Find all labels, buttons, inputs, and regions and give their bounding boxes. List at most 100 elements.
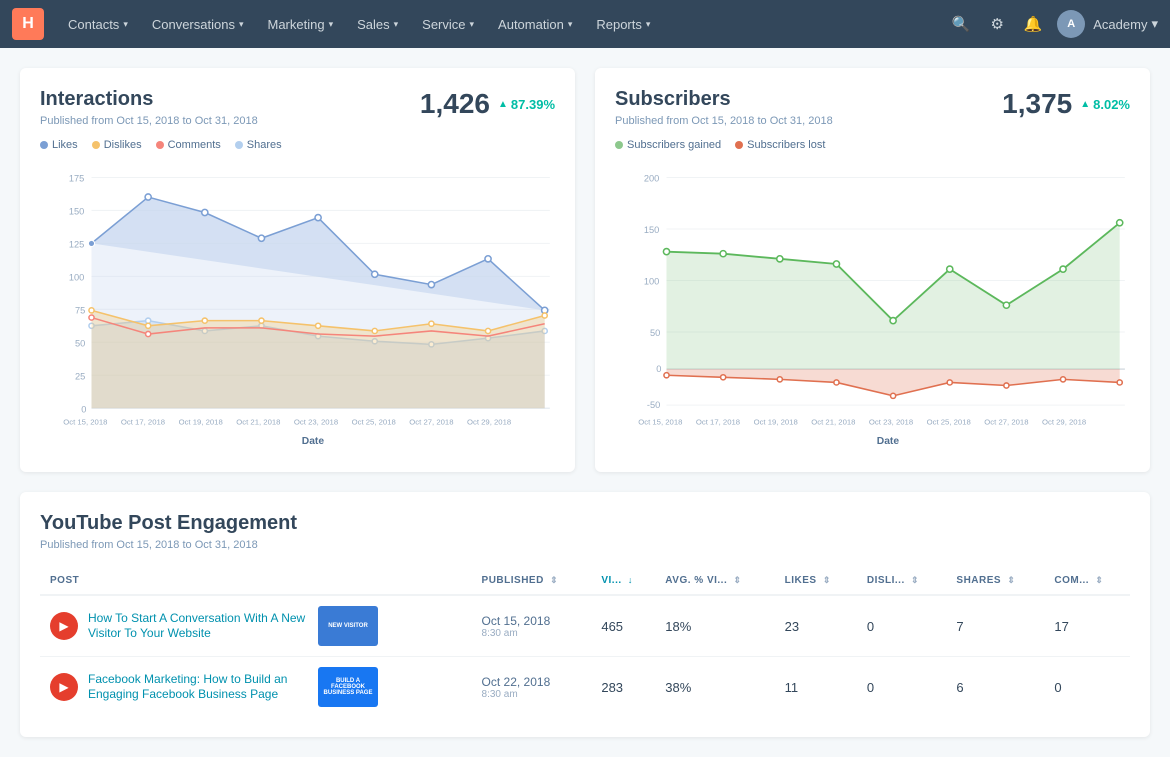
published-time: 8:30 am bbox=[482, 628, 582, 639]
engagement-subtitle: Published from Oct 15, 2018 to Oct 31, 2… bbox=[40, 539, 1130, 551]
post-thumbnail: BUILD A FACEBOOK BUSINESS PAGE bbox=[318, 667, 378, 707]
svg-text:100: 100 bbox=[69, 272, 84, 282]
chevron-down-icon: ▾ bbox=[394, 19, 399, 30]
svg-text:150: 150 bbox=[69, 207, 84, 217]
hubspot-logo[interactable]: H bbox=[12, 8, 44, 40]
sort-icon: ⇕ bbox=[1095, 575, 1103, 585]
col-post: POST bbox=[40, 567, 472, 595]
table-header-row: POST PUBLISHED ⇕ VI... ↓ AVG. % VI... ⇕ bbox=[40, 567, 1130, 595]
col-comments[interactable]: COM... ⇕ bbox=[1044, 567, 1130, 595]
col-avg-views[interactable]: AVG. % VI... ⇕ bbox=[655, 567, 774, 595]
settings-button[interactable]: ⚙ bbox=[981, 8, 1013, 40]
svg-text:Oct 21, 2018: Oct 21, 2018 bbox=[811, 418, 855, 427]
svg-text:Oct 17, 2018: Oct 17, 2018 bbox=[696, 418, 740, 427]
nav-icons: 🔍 ⚙ 🔔 A Academy ▾ bbox=[945, 8, 1158, 40]
chevron-down-icon: ▾ bbox=[1151, 16, 1158, 32]
col-published[interactable]: PUBLISHED ⇕ bbox=[472, 567, 592, 595]
subscribers-card: Subscribers Published from Oct 15, 2018 … bbox=[595, 68, 1150, 472]
svg-text:50: 50 bbox=[650, 328, 660, 338]
nav-sales[interactable]: Sales ▾ bbox=[345, 0, 410, 48]
youtube-icon: ▶ bbox=[50, 673, 78, 701]
legend-dot-shares bbox=[235, 141, 243, 149]
svg-text:Oct 21, 2018: Oct 21, 2018 bbox=[236, 418, 280, 427]
chevron-down-icon: ▾ bbox=[123, 19, 128, 30]
post-cell: ▶ Facebook Marketing: How to Build an En… bbox=[40, 657, 472, 718]
nav-automation[interactable]: Automation ▾ bbox=[486, 0, 584, 48]
sort-icon: ⇕ bbox=[911, 575, 919, 585]
svg-text:-50: -50 bbox=[647, 400, 660, 410]
interactions-legend: Likes Dislikes Comments Shares bbox=[40, 139, 555, 151]
svg-text:Oct 23, 2018: Oct 23, 2018 bbox=[869, 418, 913, 427]
svg-text:Oct 27, 2018: Oct 27, 2018 bbox=[409, 418, 453, 427]
svg-text:Oct 29, 2018: Oct 29, 2018 bbox=[467, 418, 511, 427]
interactions-metric: 1,426 ▲ 87.39% bbox=[420, 88, 555, 120]
comments-cell: 17 bbox=[1044, 595, 1130, 657]
likes-cell: 23 bbox=[775, 595, 857, 657]
views-cell: 465 bbox=[591, 595, 655, 657]
legend-dot-likes bbox=[40, 141, 48, 149]
charts-row: Interactions Published from Oct 15, 2018… bbox=[20, 68, 1150, 472]
table-row: ▶ How To Start A Conversation With A New… bbox=[40, 595, 1130, 657]
chevron-down-icon: ▾ bbox=[470, 19, 475, 30]
up-arrow-icon: ▲ bbox=[498, 99, 508, 110]
views-cell: 283 bbox=[591, 657, 655, 718]
nav-conversations[interactable]: Conversations ▾ bbox=[140, 0, 256, 48]
svg-text:Oct 27, 2018: Oct 27, 2018 bbox=[984, 418, 1028, 427]
nav-contacts[interactable]: Contacts ▾ bbox=[56, 0, 140, 48]
notifications-button[interactable]: 🔔 bbox=[1017, 8, 1049, 40]
interactions-subtitle: Published from Oct 15, 2018 to Oct 31, 2… bbox=[40, 115, 258, 127]
published-date: Oct 22, 2018 bbox=[482, 675, 582, 689]
interactions-chart: 175 150 125 100 75 50 25 0 bbox=[40, 161, 555, 449]
col-shares[interactable]: SHARES ⇕ bbox=[946, 567, 1044, 595]
avg-views-cell: 18% bbox=[655, 595, 774, 657]
svg-text:150: 150 bbox=[644, 225, 659, 235]
legend-shares: Shares bbox=[235, 139, 282, 151]
svg-text:200: 200 bbox=[644, 174, 659, 184]
svg-text:Oct 15, 2018: Oct 15, 2018 bbox=[63, 418, 107, 427]
post-title[interactable]: Facebook Marketing: How to Build an Enga… bbox=[88, 672, 308, 703]
published-time: 8:30 am bbox=[482, 689, 582, 700]
col-views[interactable]: VI... ↓ bbox=[591, 567, 655, 595]
legend-lost: Subscribers lost bbox=[735, 139, 825, 151]
sort-icon: ⇕ bbox=[1007, 575, 1015, 585]
post-title[interactable]: How To Start A Conversation With A New V… bbox=[88, 611, 308, 642]
svg-text:Oct 23, 2018: Oct 23, 2018 bbox=[294, 418, 338, 427]
svg-text:50: 50 bbox=[75, 338, 85, 348]
svg-text:100: 100 bbox=[644, 277, 659, 287]
interactions-title: Interactions bbox=[40, 88, 258, 111]
col-likes[interactable]: LIKES ⇕ bbox=[775, 567, 857, 595]
subscribers-legend: Subscribers gained Subscribers lost bbox=[615, 139, 1130, 151]
nav-marketing[interactable]: Marketing ▾ bbox=[255, 0, 345, 48]
up-arrow-icon: ▲ bbox=[1080, 99, 1090, 110]
legend-dot-dislikes bbox=[92, 141, 100, 149]
col-dislikes[interactable]: DISLI... ⇕ bbox=[857, 567, 947, 595]
main-content: Interactions Published from Oct 15, 2018… bbox=[0, 48, 1170, 757]
shares-cell: 6 bbox=[946, 657, 1044, 718]
svg-text:Oct 25, 2018: Oct 25, 2018 bbox=[352, 418, 396, 427]
published-cell: Oct 22, 2018 8:30 am bbox=[472, 657, 592, 718]
subscribers-change: ▲ 8.02% bbox=[1080, 97, 1130, 112]
svg-text:Oct 17, 2018: Oct 17, 2018 bbox=[121, 418, 165, 427]
legend-dot-comments bbox=[156, 141, 164, 149]
post-thumbnail: NEW VISITOR bbox=[318, 606, 378, 646]
search-button[interactable]: 🔍 bbox=[945, 8, 977, 40]
nav-reports[interactable]: Reports ▾ bbox=[584, 0, 662, 48]
chevron-down-icon: ▾ bbox=[646, 19, 651, 30]
avg-views-cell: 38% bbox=[655, 657, 774, 718]
chevron-down-icon: ▾ bbox=[568, 19, 573, 30]
svg-text:Date: Date bbox=[302, 436, 325, 447]
sort-icon-active: ↓ bbox=[628, 575, 633, 585]
svg-text:125: 125 bbox=[69, 240, 84, 250]
interactions-value: 1,426 bbox=[420, 88, 490, 120]
post-cell: ▶ How To Start A Conversation With A New… bbox=[40, 595, 472, 657]
nav-service[interactable]: Service ▾ bbox=[410, 0, 486, 48]
published-cell: Oct 15, 2018 8:30 am bbox=[472, 595, 592, 657]
subscribers-value: 1,375 bbox=[1002, 88, 1072, 120]
legend-likes: Likes bbox=[40, 139, 78, 151]
engagement-title: YouTube Post Engagement bbox=[40, 512, 1130, 535]
sort-icon: ⇕ bbox=[823, 575, 831, 585]
legend-gained: Subscribers gained bbox=[615, 139, 721, 151]
svg-text:Oct 29, 2018: Oct 29, 2018 bbox=[1042, 418, 1086, 427]
account-menu[interactable]: Academy ▾ bbox=[1093, 16, 1158, 32]
dislikes-cell: 0 bbox=[857, 595, 947, 657]
